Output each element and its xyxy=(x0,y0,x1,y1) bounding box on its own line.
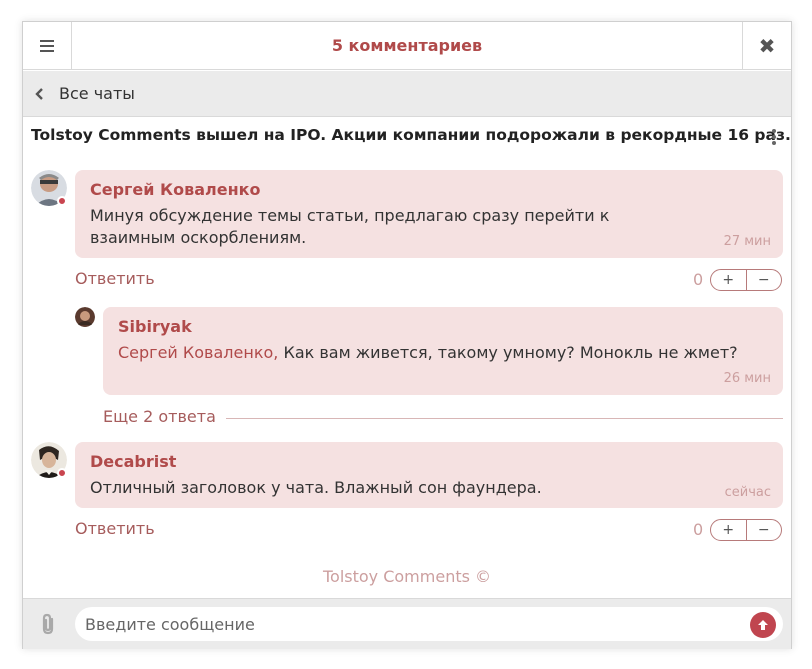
chevron-left-icon xyxy=(35,88,43,100)
close-button[interactable]: ✖ xyxy=(742,22,791,70)
hamburger-icon xyxy=(40,37,54,55)
user-photo xyxy=(75,307,95,327)
comment-text: Минуя обсуждение темы статьи, предлагаю … xyxy=(90,206,610,247)
more-options-icon[interactable] xyxy=(771,129,777,145)
online-indicator xyxy=(57,468,67,478)
vote-score: 0 xyxy=(693,520,704,539)
back-to-chats[interactable]: Все чаты xyxy=(23,71,791,117)
reply-body: Как вам живется, такому умному? Монокль … xyxy=(283,343,738,362)
upvote-button[interactable]: + xyxy=(711,270,747,290)
vote-control: + − xyxy=(710,269,782,291)
reply-button[interactable]: Ответить xyxy=(75,269,155,288)
message-input[interactable] xyxy=(75,607,783,641)
downvote-button[interactable]: − xyxy=(747,520,782,540)
menu-button[interactable] xyxy=(23,22,72,70)
comment-time: сейчас xyxy=(724,485,771,500)
back-label: Все чаты xyxy=(59,84,135,103)
comment-text: Отличный заголовок у чата. Влажный сон ф… xyxy=(90,478,542,497)
online-indicator xyxy=(57,196,67,206)
comment-time: 27 мин xyxy=(723,234,771,249)
avatar[interactable] xyxy=(31,170,67,206)
vote-score: 0 xyxy=(693,270,704,289)
composer xyxy=(23,598,791,649)
brand-link[interactable]: Tolstoy Comments © xyxy=(23,567,791,586)
reply-bubble: Sibiryak Сергей Коваленко, Как вам живет… xyxy=(103,307,783,395)
reply-text: Сергей Коваленко, Как вам живется, таком… xyxy=(118,342,758,364)
comments-count-title: 5 комментариев xyxy=(331,36,483,55)
divider xyxy=(213,418,783,419)
upvote-button[interactable]: + xyxy=(711,520,747,540)
reply-button[interactable]: Ответить xyxy=(75,519,155,538)
vote-control: + − xyxy=(710,519,782,541)
reply-time: 26 мин xyxy=(723,371,771,386)
comments-widget: 5 комментариев ✖ Все чаты Tolstoy Commen… xyxy=(22,21,792,649)
close-icon: ✖ xyxy=(758,34,776,58)
send-button[interactable] xyxy=(750,612,776,638)
header: 5 комментариев ✖ xyxy=(23,22,791,70)
comment-bubble: Decabrist Отличный заголовок у чата. Вла… xyxy=(75,442,783,508)
paperclip-icon[interactable] xyxy=(37,612,59,636)
mention-link[interactable]: Сергей Коваленко, xyxy=(118,343,278,362)
comment-author[interactable]: Decabrist xyxy=(90,452,176,471)
chat-title: Tolstoy Comments вышел на IPO. Акции ком… xyxy=(31,126,791,144)
avatar[interactable] xyxy=(31,442,67,478)
comment-author[interactable]: Сергей Коваленко xyxy=(90,180,261,199)
reply-author[interactable]: Sibiryak xyxy=(118,317,192,336)
comment-bubble: Сергей Коваленко Минуя обсуждение темы с… xyxy=(75,170,783,258)
more-replies-link[interactable]: Еще 2 ответа xyxy=(103,407,226,426)
downvote-button[interactable]: − xyxy=(747,270,782,290)
avatar[interactable] xyxy=(75,307,95,327)
send-arrow-icon xyxy=(758,620,768,630)
